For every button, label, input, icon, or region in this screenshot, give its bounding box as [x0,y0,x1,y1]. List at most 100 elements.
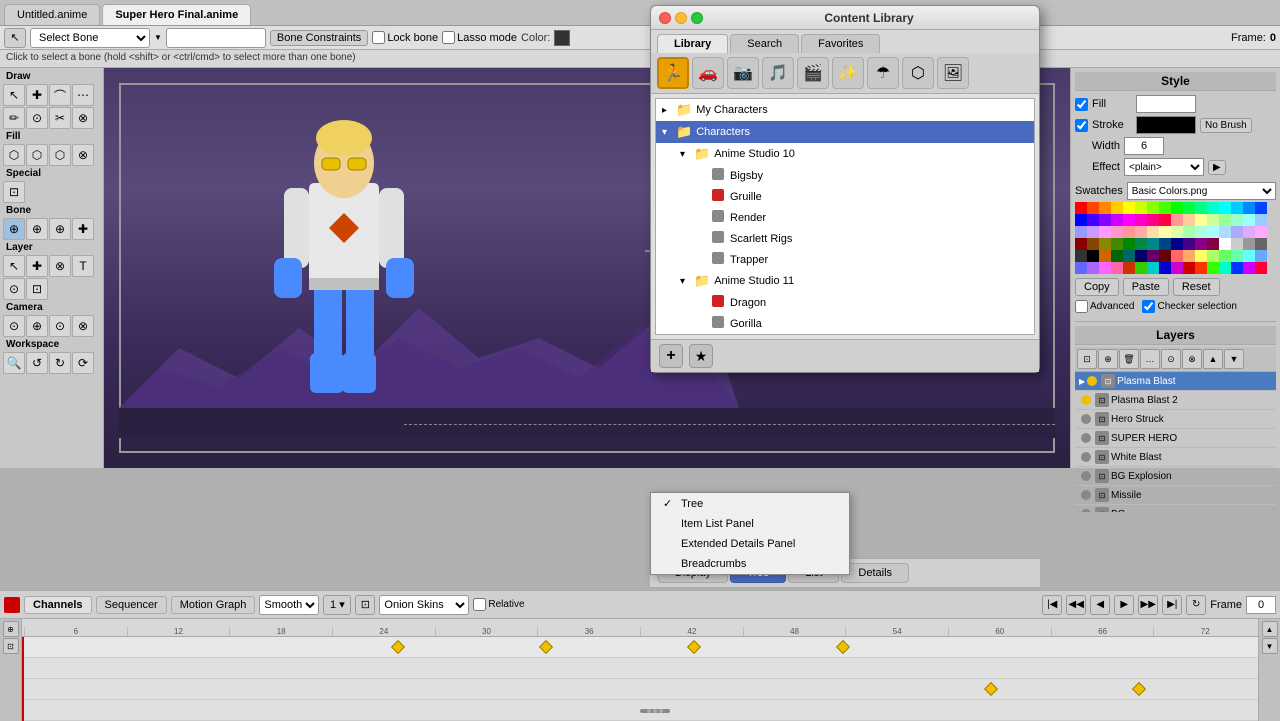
details-btn[interactable]: Details [841,563,909,583]
layer-tool-btn[interactable]: ✚ [26,255,48,277]
swatch[interactable] [1099,202,1111,214]
workspace-tool-btn[interactable]: 🔍 [3,352,25,374]
context-item-breadcrumbs[interactable]: Breadcrumbs [651,554,849,574]
swatch[interactable] [1123,250,1135,262]
tree-item[interactable]: Render [656,207,1034,228]
swatch[interactable] [1111,250,1123,262]
swatch[interactable] [1123,226,1135,238]
tool-btn[interactable]: ⊙ [26,107,48,129]
tool-btn[interactable]: ✂ [49,107,71,129]
layer-tool-btn[interactable]: ↖ [3,255,25,277]
layer-item[interactable]: ⊡ Plasma Blast 2 [1075,391,1276,410]
image-icon-btn[interactable]: 🖼 [937,57,969,89]
camera-tool-btn[interactable]: ⊗ [72,315,94,337]
swatch[interactable] [1087,202,1099,214]
bone-tool-btn[interactable]: ⊕ [3,218,25,240]
swatch[interactable] [1147,262,1159,274]
swatch[interactable] [1159,238,1171,250]
checker-selection-check[interactable]: Checker selection [1142,300,1236,313]
swatch[interactable] [1135,250,1147,262]
swatch[interactable] [1207,202,1219,214]
swatch[interactable] [1183,262,1195,274]
layer-tb-btn[interactable]: 🗑 [1119,349,1139,369]
effects-icon-btn[interactable]: ✨ [832,57,864,89]
swatch[interactable] [1231,262,1243,274]
bone-tool-btn[interactable]: ⊕ [26,218,48,240]
swatch[interactable] [1135,214,1147,226]
layer-tb-btn[interactable]: ⊙ [1161,349,1181,369]
swatch[interactable] [1075,226,1087,238]
swatch[interactable] [1147,250,1159,262]
layer-item[interactable]: ⊡ Hero Struck [1075,410,1276,429]
swatch[interactable] [1219,250,1231,262]
swatch[interactable] [1111,226,1123,238]
camera-tool-btn[interactable]: ⊙ [49,315,71,337]
swatch[interactable] [1171,262,1183,274]
timeline-row[interactable] [22,700,1258,721]
arrow-tool-icon[interactable]: ↖ [4,28,26,48]
swatch[interactable] [1219,214,1231,226]
swatch[interactable] [1219,238,1231,250]
swatch[interactable] [1195,238,1207,250]
swatch[interactable] [1231,238,1243,250]
tool-btn[interactable]: ⊗ [72,144,94,166]
context-item-tree[interactable]: ✓ Tree [651,493,849,514]
swatch[interactable] [1243,262,1255,274]
swatch[interactable] [1171,202,1183,214]
fill-checkbox[interactable] [1075,98,1088,111]
tree-item[interactable]: Bigsby [656,165,1034,186]
prop-icon-btn[interactable]: ☂ [867,57,899,89]
play-back-btn[interactable]: ◀ [1090,595,1110,615]
play-btn[interactable]: ▶ [1114,595,1134,615]
workspace-tool-btn[interactable]: ↺ [26,352,48,374]
tree-item[interactable]: ▸📁My Characters [656,99,1034,121]
swatch[interactable] [1243,214,1255,226]
swatch[interactable] [1123,262,1135,274]
lock-bone-check[interactable]: Lock bone [372,31,438,44]
favorites-tab[interactable]: Favorites [801,34,880,53]
tool-btn[interactable]: ⬡ [26,144,48,166]
lasso-mode-check[interactable]: Lasso mode [442,31,517,44]
channels-tab[interactable]: Channels [24,596,92,614]
effect-apply-btn[interactable]: ▶ [1208,160,1226,175]
swatch[interactable] [1099,250,1111,262]
swatch[interactable] [1099,226,1111,238]
bone-name-input[interactable] [166,28,266,48]
tree-item[interactable]: ▾📁Characters [656,121,1034,143]
loop-btn[interactable]: ↻ [1186,595,1206,615]
context-item-extended[interactable]: Extended Details Panel [651,534,849,554]
swatch[interactable] [1123,214,1135,226]
swatch[interactable] [1255,226,1267,238]
tree-item[interactable]: Gruille [656,186,1034,207]
swatch[interactable] [1243,250,1255,262]
swatch[interactable] [1159,226,1171,238]
tl-number-btn[interactable]: 1 ▾ [323,595,351,615]
swatch[interactable] [1123,202,1135,214]
swatch[interactable] [1099,214,1111,226]
swatch[interactable] [1075,238,1087,250]
tool-btn[interactable]: ⊡ [3,181,25,203]
timeline-row[interactable] [22,679,1258,700]
swatch[interactable] [1183,214,1195,226]
swatch[interactable] [1147,202,1159,214]
dialog-close-btn[interactable] [659,12,671,24]
tl-right-btn[interactable]: ▼ [1262,638,1278,654]
swatch[interactable] [1219,202,1231,214]
tree-item[interactable]: Scarlett Rigs [656,228,1034,249]
layer-tb-btn[interactable]: … [1140,349,1160,369]
tree-item[interactable]: Gorilla [656,313,1034,334]
stroke-checkbox[interactable] [1075,119,1088,132]
layer-tb-btn[interactable]: ▼ [1224,349,1244,369]
swatch[interactable] [1111,238,1123,250]
swatch[interactable] [1075,202,1087,214]
swatch[interactable] [1207,262,1219,274]
step-back-btn[interactable]: ◀◀ [1066,595,1086,615]
color-swatch[interactable] [554,30,570,46]
advanced-check[interactable]: Advanced [1075,300,1134,313]
swatch[interactable] [1195,250,1207,262]
favorite-btn[interactable]: ★ [689,344,713,368]
tab-untitled[interactable]: Untitled.anime [4,4,100,25]
tool-btn[interactable]: ⬡ [3,144,25,166]
film-icon-btn[interactable]: 🎬 [797,57,829,89]
layer-tb-btn[interactable]: ⊕ [1098,349,1118,369]
